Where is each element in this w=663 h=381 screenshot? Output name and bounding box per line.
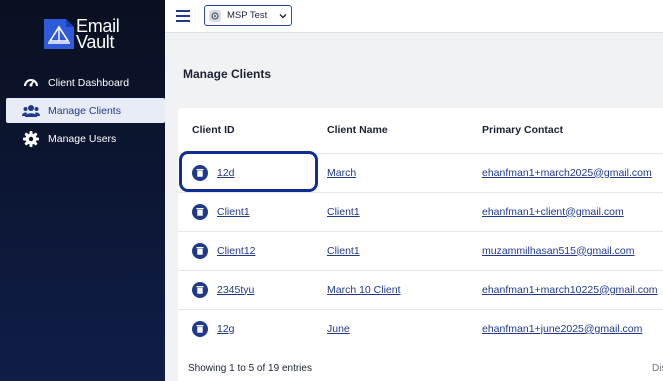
primary-contact-link[interactable]: ehanfman1+march10225@gmail.com [482, 284, 658, 296]
brand-logo[interactable]: Email Vault [44, 17, 120, 52]
hamburger-menu-icon[interactable] [176, 10, 190, 22]
primary-contact-cell: muzammilhasan515@gmail.com [482, 230, 663, 270]
table-header-row: Client ID Client Name Primary Contact [178, 108, 663, 153]
client-name-link[interactable]: March [327, 167, 356, 179]
client-name-link[interactable]: Client1 [327, 206, 360, 218]
clients-table: Client ID Client Name Primary Contact 12… [178, 108, 663, 348]
delete-icon[interactable] [192, 242, 208, 259]
sidebar-item-label: Manage Users [48, 132, 117, 145]
top-bar: MSP Test [165, 0, 663, 33]
table-row: Client12 Client1 muzammilhasan515@gmail.… [178, 230, 663, 270]
delete-icon[interactable] [192, 281, 208, 298]
column-header-primary-contact[interactable]: Primary Contact [482, 108, 663, 153]
client-name-link[interactable]: March 10 Client [327, 284, 401, 296]
sidebar-item-manage-users[interactable]: Manage Users [6, 126, 165, 151]
client-id-cell: Client12 [178, 230, 327, 270]
client-id-link[interactable]: 2345tyu [217, 284, 254, 296]
chevron-down-icon [279, 13, 287, 18]
sidebar-nav: Client Dashboard Manage Clients Manage U… [6, 70, 165, 154]
primary-contact-link[interactable]: ehanfman1+march2025@gmail.com [482, 167, 652, 179]
client-id-link[interactable]: 12g [217, 323, 235, 335]
client-name-cell: March 10 Client [327, 269, 482, 309]
primary-contact-cell: ehanfman1+march2025@gmail.com [482, 152, 663, 192]
delete-icon[interactable] [192, 320, 208, 337]
client-name-cell: Client1 [327, 191, 482, 231]
sidebar-item-manage-clients[interactable]: Manage Clients [6, 98, 165, 123]
client-name-cell: March [327, 152, 482, 192]
client-id-link[interactable]: Client1 [217, 206, 250, 218]
client-id-cell: Client1 [178, 191, 327, 231]
primary-contact-cell: ehanfman1+client@gmail.com [482, 191, 663, 231]
gear-icon [22, 130, 40, 148]
page-title: Manage Clients [183, 67, 272, 81]
brand-name-line2: Vault [76, 32, 115, 52]
column-header-client-name[interactable]: Client Name [327, 108, 482, 153]
client-id-cell: 12d [178, 152, 327, 192]
table-row: 12g June ehanfman1+june2025@gmail.com [178, 308, 663, 348]
users-icon [22, 102, 40, 120]
email-vault-logo-icon [44, 19, 74, 49]
client-name-cell: June [327, 308, 482, 348]
primary-contact-link[interactable]: muzammilhasan515@gmail.com [482, 245, 634, 257]
client-id-link[interactable]: Client12 [217, 245, 256, 257]
delete-icon[interactable] [192, 203, 208, 220]
table-entries-info: Showing 1 to 5 of 19 entries [188, 363, 312, 374]
client-id-cell: 2345tyu [178, 269, 327, 309]
sidebar: Email Vault Client Dashboard Manage Clie… [0, 0, 165, 381]
sidebar-item-label: Client Dashboard [48, 76, 130, 89]
clients-table-card: Client ID Client Name Primary Contact 12… [178, 108, 663, 381]
organization-icon [209, 9, 221, 22]
primary-contact-link[interactable]: ehanfman1+client@gmail.com [482, 206, 624, 218]
primary-contact-cell: ehanfman1+june2025@gmail.com [482, 308, 663, 348]
client-id-link[interactable]: 12d [217, 167, 235, 179]
tenant-select-value: MSP Test [227, 10, 268, 21]
table-footer-right-text: Dis [652, 363, 663, 374]
client-id-cell: 12g [178, 308, 327, 348]
sidebar-item-client-dashboard[interactable]: Client Dashboard [6, 70, 165, 95]
client-name-link[interactable]: June [327, 323, 350, 335]
table-row: 12d March ehanfman1+march2025@gmail.com [178, 152, 663, 192]
primary-contact-cell: ehanfman1+march10225@gmail.com [482, 269, 663, 309]
client-name-cell: Client1 [327, 230, 482, 270]
table-row: 2345tyu March 10 Client ehanfman1+march1… [178, 269, 663, 309]
column-header-client-id[interactable]: Client ID [178, 108, 327, 153]
sidebar-item-label: Manage Clients [48, 104, 121, 117]
primary-contact-link[interactable]: ehanfman1+june2025@gmail.com [482, 323, 642, 335]
speedometer-icon [22, 74, 40, 92]
brand-name: Email Vault [76, 17, 120, 52]
client-name-link[interactable]: Client1 [327, 245, 360, 257]
delete-icon[interactable] [192, 164, 208, 181]
table-row: Client1 Client1 ehanfman1+client@gmail.c… [178, 191, 663, 231]
tenant-select[interactable]: MSP Test [204, 5, 292, 26]
